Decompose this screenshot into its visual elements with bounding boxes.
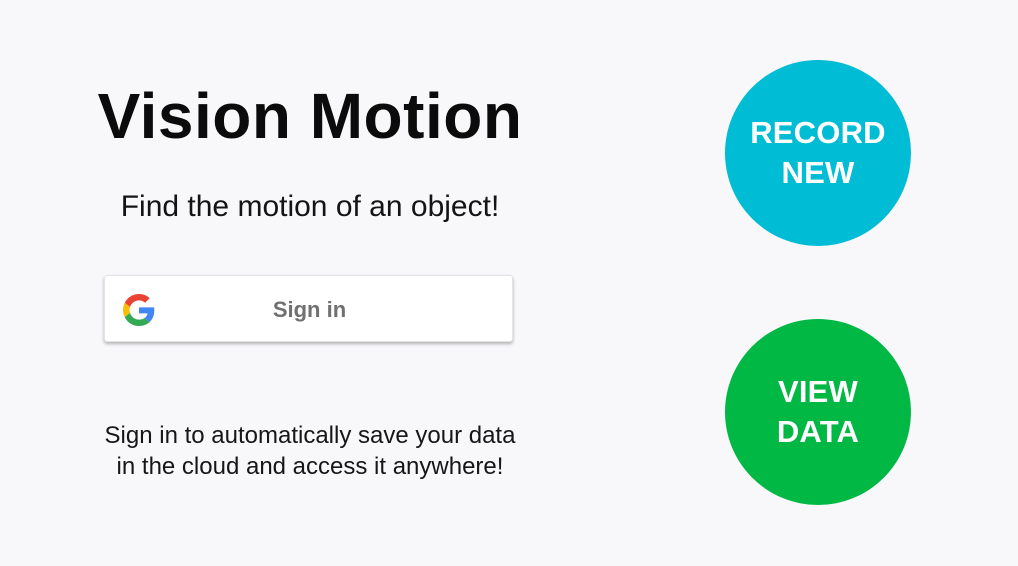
- record-new-button[interactable]: RECORD NEW: [725, 60, 911, 246]
- sign-in-hint: Sign in to automatically save your data …: [40, 420, 580, 482]
- google-sign-in-button[interactable]: Sign in: [104, 275, 513, 342]
- view-data-button[interactable]: VIEW DATA: [725, 319, 911, 505]
- app-title: Vision Motion: [97, 80, 523, 152]
- sign-in-label: Sign in: [272, 297, 347, 322]
- record-new-label-line-1: RECORD: [750, 115, 886, 150]
- vision-motion-home-screen: Vision Motion Find the motion of an obje…: [0, 0, 1018, 566]
- sign-in-hint-line-2: in the cloud and access it anywhere!: [116, 453, 504, 480]
- view-data-label-line-2: DATA: [776, 414, 860, 449]
- app-subtitle: Find the motion of an object!: [120, 190, 500, 223]
- sign-in-hint-line-1: Sign in to automatically save your data: [104, 422, 516, 449]
- view-data-label-line-1: VIEW: [777, 374, 858, 409]
- record-new-label-line-2: NEW: [781, 155, 855, 190]
- view-data-label: VIEW DATA: [777, 372, 859, 452]
- record-new-label: RECORD NEW: [750, 113, 886, 193]
